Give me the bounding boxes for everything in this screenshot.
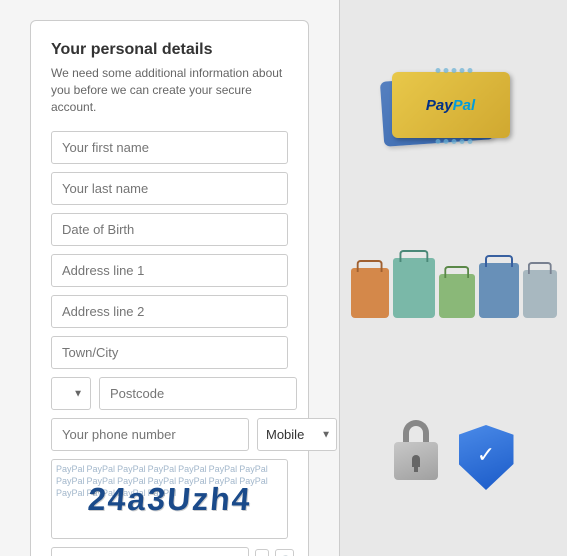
- shield-checkmark: ✓: [477, 442, 495, 468]
- shopping-bags-illustration: [351, 238, 557, 318]
- captcha-code-text: 24a3Uzh4: [86, 481, 253, 518]
- captcha-image: PayPal PayPal PayPal PayPal PayPal PayPa…: [51, 459, 288, 539]
- dots-top: [435, 68, 472, 73]
- shield-icon: ✓: [459, 425, 514, 490]
- card-title: Your personal details: [51, 41, 288, 59]
- town-input[interactable]: [51, 336, 288, 369]
- last-name-input[interactable]: [51, 172, 288, 205]
- captcha-code-input[interactable]: [51, 547, 249, 556]
- phone-input[interactable]: [51, 418, 249, 451]
- county-select[interactable]: County: [51, 377, 91, 410]
- card-front: PayPal: [392, 72, 510, 138]
- padlock-icon: [394, 420, 444, 480]
- card-subtitle: We need some additional information abou…: [51, 65, 288, 115]
- phone-row: Mobile Home Work ▼: [51, 418, 288, 451]
- paypal-text: PayPal: [426, 97, 475, 114]
- right-panel: PayPal: [340, 0, 567, 556]
- bag-teal: [393, 258, 435, 318]
- personal-details-card: Your personal details We need some addit…: [30, 20, 309, 556]
- padlock-shackle: [403, 420, 429, 444]
- phone-type-select[interactable]: Mobile Home Work: [257, 418, 337, 451]
- dob-input[interactable]: [51, 213, 288, 246]
- bag-green: [439, 274, 475, 318]
- paypal-illustration: PayPal: [374, 66, 534, 146]
- address1-input[interactable]: [51, 254, 288, 287]
- phone-type-wrapper: Mobile Home Work ▼: [257, 418, 337, 451]
- postcode-input[interactable]: [99, 377, 297, 410]
- bag-orange: [351, 268, 389, 318]
- shield-shape: ✓: [459, 425, 514, 490]
- first-name-input[interactable]: [51, 131, 288, 164]
- code-row: ↻ 🔊: [51, 547, 288, 556]
- county-wrapper: County ▼: [51, 377, 91, 410]
- bag-gray: [523, 270, 557, 318]
- refresh-captcha-button[interactable]: ↻: [255, 549, 269, 556]
- county-postcode-row: County ▼: [51, 377, 288, 410]
- bag-blue: [479, 263, 519, 318]
- security-illustration: ✓: [394, 410, 514, 490]
- audio-captcha-button[interactable]: 🔊: [275, 549, 294, 556]
- padlock-body: [394, 442, 438, 480]
- address2-input[interactable]: [51, 295, 288, 328]
- dots-bottom: [435, 139, 472, 144]
- padlock-keyhole: [412, 455, 420, 467]
- form-panel: Your personal details We need some addit…: [0, 0, 340, 556]
